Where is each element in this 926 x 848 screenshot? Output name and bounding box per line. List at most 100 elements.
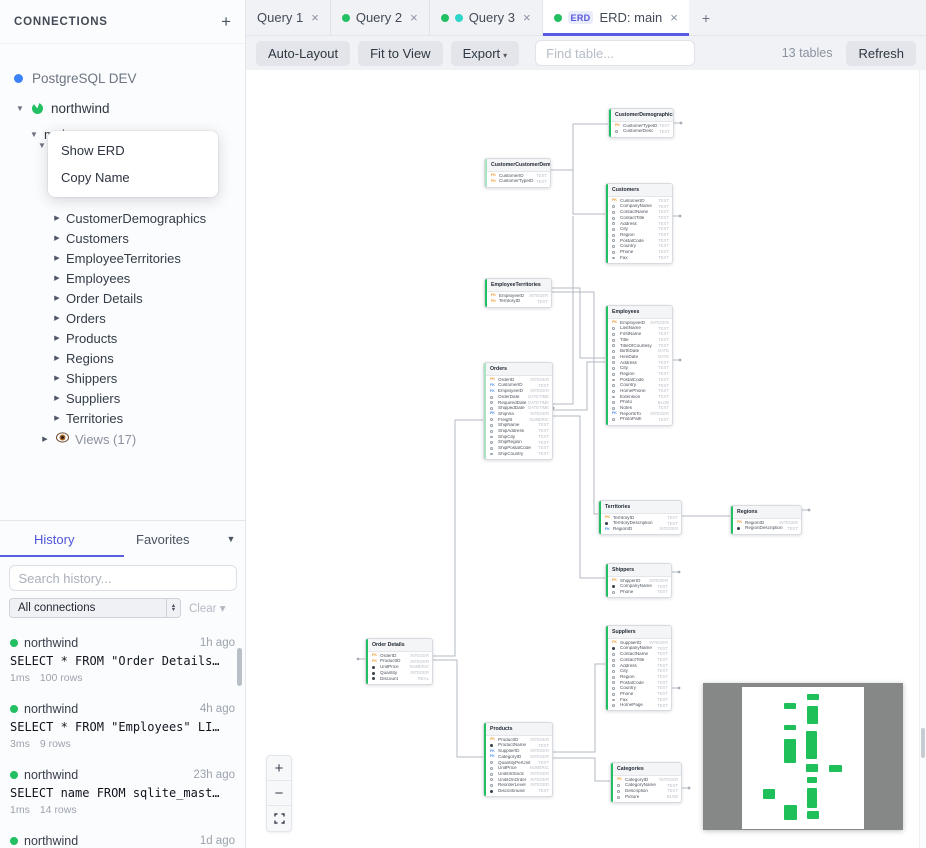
new-tab-button[interactable]: + (689, 0, 723, 35)
close-icon[interactable]: × (523, 10, 531, 25)
connection-filter-select[interactable]: All connections ▲▼ (9, 598, 181, 618)
chevron-right-icon[interactable]: ▶ (50, 394, 64, 402)
auto-layout-button[interactable]: Auto-Layout (256, 41, 350, 66)
primary-key-icon: PK (490, 738, 497, 742)
sidebar-item-customers[interactable]: ▶Customers (0, 228, 245, 248)
chevron-right-icon[interactable]: ▶ (50, 314, 64, 322)
column-name: RegionID (745, 521, 778, 526)
chevron-right-icon[interactable]: ▶ (50, 294, 64, 302)
chevron-right-icon[interactable]: ▶ (38, 435, 52, 443)
minimap-viewport[interactable] (742, 687, 864, 829)
zoom-in-button[interactable]: + (267, 756, 291, 781)
erd-table-orders[interactable]: OrdersPKOrderIDINTEGERFKCustomerIDTEXTFK… (483, 362, 553, 460)
chevron-right-icon[interactable]: ▶ (50, 414, 64, 422)
context-menu-item-show-erd[interactable]: Show ERD (48, 137, 218, 164)
database-item[interactable]: ▼ northwind (0, 94, 245, 122)
column-type: TEXT (658, 332, 669, 336)
erd-table-territories[interactable]: TerritoriesPKTerritoryIDTEXTTerritoryDes… (598, 500, 682, 535)
tab-query-1[interactable]: Query 1× (246, 0, 331, 35)
erd-table-employees[interactable]: EmployeesPKEmployeeIDINTEGERLastNameTEXT… (605, 305, 673, 426)
erd-table-shippers[interactable]: ShippersPKShipperIDINTEGERCompanyNameTEX… (605, 563, 672, 598)
erd-table-customercustomerdemo[interactable]: CustomerCustomerDemoPKCustomerIDTEXTPKCu… (484, 158, 551, 188)
tab-erd-main[interactable]: ERDERD: main× (543, 0, 689, 35)
zoom-controls: + − (266, 755, 292, 832)
chevron-down-icon[interactable]: ▼ (38, 141, 46, 150)
sidebar-item-employeeterritories[interactable]: ▶EmployeeTerritories (0, 248, 245, 268)
chevron-right-icon[interactable]: ▶ (50, 354, 64, 362)
history-entry[interactable]: northwind1h agoSELECT * FROM "Order Deta… (0, 626, 245, 692)
column-type: TEXT (658, 361, 669, 365)
chevron-right-icon[interactable]: ▶ (50, 374, 64, 382)
column-row: FaxTEXT (606, 255, 672, 261)
close-icon[interactable]: × (410, 10, 418, 25)
column-type: TEXT (658, 210, 669, 214)
find-table-input[interactable] (535, 40, 695, 66)
chevron-down-icon[interactable]: ▼ (12, 104, 28, 113)
search-history-input[interactable] (9, 565, 237, 591)
zoom-out-button[interactable]: − (267, 781, 291, 806)
sidebar-item-products[interactable]: ▶Products (0, 328, 245, 348)
erd-table-customers[interactable]: CustomersPKCustomerIDTEXTCompanyNameTEXT… (605, 183, 673, 264)
erd-canvas[interactable]: CustomerDemographicsPKCustomerTypeIDTEXT… (246, 70, 926, 848)
close-icon[interactable]: × (670, 10, 678, 25)
close-icon[interactable]: × (311, 10, 319, 25)
table-header: CustomerDemographics (609, 109, 673, 122)
fit-to-view-button[interactable]: Fit to View (358, 41, 442, 66)
tab-query-3[interactable]: Query 3× (430, 0, 543, 35)
filter-caret-icon[interactable]: ▼ (217, 534, 245, 544)
minimap[interactable] (703, 683, 903, 830)
erd-table-order-details[interactable]: Order DetailsPKOrderIDINTEGERPKProductID… (365, 638, 433, 685)
erd-table-categories[interactable]: CategoriesPKCategoryIDINTEGERCategoryNam… (610, 762, 682, 803)
clear-history-button[interactable]: Clear ▾ (189, 601, 225, 615)
sidebar-item-suppliers[interactable]: ▶Suppliers (0, 388, 245, 408)
tab-query-2[interactable]: Query 2× (331, 0, 430, 35)
column-name: PostalCode (620, 681, 656, 686)
sidebar-item-order-details[interactable]: ▶Order Details (0, 288, 245, 308)
chevron-right-icon[interactable]: ▶ (50, 234, 64, 242)
column-name: HireDate (620, 355, 657, 360)
sidebar-item-territories[interactable]: ▶Territories (0, 408, 245, 428)
export-button[interactable]: Export▾ (451, 41, 520, 66)
fullscreen-button[interactable] (267, 806, 291, 831)
sidebar-item-regions[interactable]: ▶Regions (0, 348, 245, 368)
column-type: TEXT (667, 522, 678, 526)
context-menu-item-copy-name[interactable]: Copy Name (48, 164, 218, 191)
history-entry[interactable]: northwind23h agoSELECT name FROM sqlite_… (0, 758, 245, 824)
table-columns: PKShipperIDINTEGERCompanyNameTEXTPhoneTE… (606, 577, 671, 598)
refresh-button[interactable]: Refresh (846, 41, 916, 66)
tab-history[interactable]: History (0, 532, 109, 547)
chevron-right-icon[interactable]: ▶ (50, 334, 64, 342)
caret-down-icon: ▾ (503, 51, 507, 60)
sidebar-scrollbar-thumb[interactable] (237, 648, 242, 686)
connections-header: CONNECTIONS + (0, 0, 245, 44)
canvas-scrollbar-thumb[interactable] (921, 728, 925, 758)
erd-table-products[interactable]: ProductsPKProductIDINTEGERProductNameTEX… (483, 722, 553, 797)
foreign-key-icon: FK (490, 412, 497, 416)
chevron-down-icon[interactable]: ▼ (26, 130, 42, 139)
column-type: TEXT (658, 205, 669, 209)
erd-table-employeeterritories[interactable]: EmployeeTerritoriesPKEmployeeIDINTEGERPK… (484, 278, 552, 308)
history-entry-connection: northwind (10, 702, 78, 716)
sidebar-item-employees[interactable]: ▶Employees (0, 268, 245, 288)
column-name: Address (620, 361, 657, 366)
column-type: TEXT (657, 664, 668, 668)
sidebar-item-orders[interactable]: ▶Orders (0, 308, 245, 328)
history-entry[interactable]: northwind1d ago (0, 824, 245, 848)
sidebar-item-customerdemographics[interactable]: ▶CustomerDemographics (0, 208, 245, 228)
erd-table-suppliers[interactable]: SuppliersPKSupplierIDINTEGERCompanyNameT… (605, 625, 672, 711)
sidebar-item-shippers[interactable]: ▶Shippers (0, 368, 245, 388)
views-item[interactable]: ▶ Views (17) (0, 428, 245, 450)
chevron-right-icon[interactable]: ▶ (50, 274, 64, 282)
database-icon (32, 103, 43, 114)
column-name: OrderID (498, 378, 529, 383)
erd-table-customerdemographics[interactable]: CustomerDemographicsPKCustomerTypeIDTEXT… (608, 108, 674, 138)
connection-item[interactable]: PostgreSQL DEV (0, 62, 245, 94)
history-entry[interactable]: northwind4h agoSELECT * FROM "Employees"… (0, 692, 245, 758)
chevron-right-icon[interactable]: ▶ (50, 214, 64, 222)
erd-relationship-edge (553, 664, 605, 752)
canvas-scrollbar-track[interactable] (919, 70, 926, 848)
tab-favorites[interactable]: Favorites (109, 532, 218, 547)
chevron-right-icon[interactable]: ▶ (50, 254, 64, 262)
add-connection-icon[interactable]: + (221, 13, 231, 30)
erd-table-regions[interactable]: RegionsPKRegionIDINTEGERRegionDescriptio… (730, 505, 802, 535)
